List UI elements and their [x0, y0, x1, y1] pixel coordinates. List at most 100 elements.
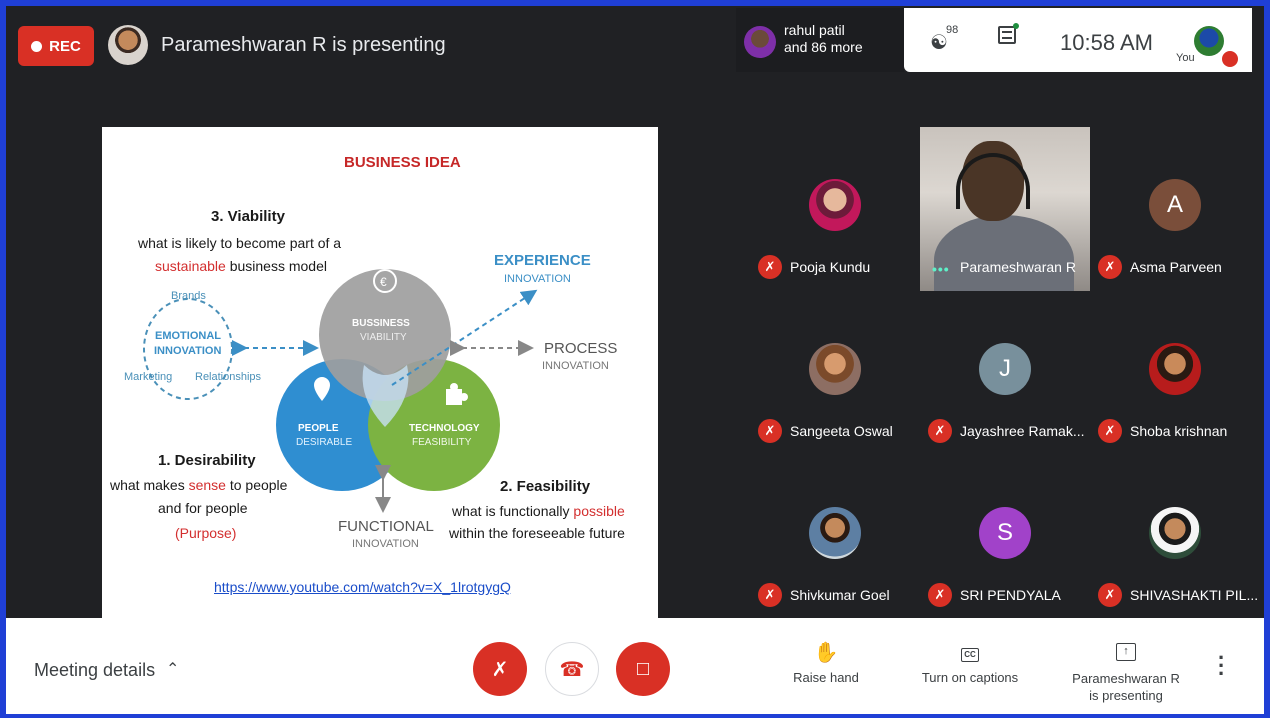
present-icon: ↑: [1116, 643, 1136, 661]
meeting-details-button[interactable]: Meeting details: [34, 660, 155, 681]
mic-off-icon: ✗: [758, 255, 782, 279]
youtube-link[interactable]: https://www.youtube.com/watch?v=X_1lrotg…: [214, 579, 511, 595]
raise-hand-button[interactable]: ✋ Raise hand: [786, 640, 866, 685]
fea-pre: what is functionally: [452, 503, 574, 519]
mic-toggle-button[interactable]: ✗: [473, 642, 527, 696]
mic-off-icon: ✗: [1098, 419, 1122, 443]
viability-line2: sustainable business model: [155, 258, 327, 274]
viability-highlight: sustainable: [155, 258, 226, 274]
desirability-line3: (Purpose): [175, 525, 237, 541]
relationships-label: Relationships: [195, 371, 262, 383]
avatar: [1149, 507, 1201, 559]
avatar: [1149, 343, 1201, 395]
emotional-sub: INNOVATION: [154, 345, 222, 357]
participant-grid: ✗ Pooja Kundu ••• Parameshwaran R A ✗ As…: [750, 127, 1258, 618]
participant-tile[interactable]: ✗ SHIVASHAKTI PIL...: [1090, 455, 1260, 619]
mic-off-icon: ✗: [758, 419, 782, 443]
present-icon-wrap: ↑: [1066, 640, 1186, 664]
feasibility-line1: what is functionally possible: [452, 503, 625, 519]
desirability-heading: 1. Desirability: [158, 452, 256, 469]
presenting-button[interactable]: ↑ Parameshwaran R is presenting: [1066, 640, 1186, 704]
presenting-line2: is presenting: [1089, 688, 1163, 703]
participant-name: Shoba krishnan: [1130, 423, 1228, 439]
presenter-banner: Parameshwaran R is presenting: [161, 34, 446, 56]
business-sub: VIABILITY: [360, 332, 407, 343]
raised-hand-notice[interactable]: rahul patil and 86 more: [736, 8, 904, 72]
avatar: A: [1149, 179, 1201, 231]
captions-button[interactable]: CC Turn on captions: [911, 640, 1029, 685]
participant-tile[interactable]: ✗ Shoba krishnan: [1090, 291, 1260, 455]
end-call-button[interactable]: ☎: [545, 642, 599, 696]
avatar: [809, 507, 861, 559]
recording-badge: REC: [18, 26, 94, 66]
video-body: [934, 215, 1074, 291]
participant-tile[interactable]: A ✗ Asma Parveen: [1090, 127, 1260, 291]
process-sub: INNOVATION: [542, 360, 609, 372]
participant-tile[interactable]: ✗ Sangeeta Oswal: [750, 291, 920, 455]
des-pre: what makes: [110, 477, 189, 493]
experience-sub: INNOVATION: [504, 273, 571, 285]
self-avatar[interactable]: [1194, 26, 1224, 56]
captions-icon-wrap: CC: [911, 640, 1029, 664]
participant-name: Shivkumar Goel: [790, 587, 890, 603]
feasibility-heading: 2. Feasibility: [500, 478, 591, 495]
avatar: S: [979, 507, 1031, 559]
slide-title: BUSINESS IDEA: [344, 154, 461, 171]
notice-text: rahul patil and 86 more: [784, 22, 863, 56]
mic-off-icon: ✗: [928, 419, 952, 443]
emotional-label: EMOTIONAL: [155, 330, 221, 342]
mic-off-icon: ✗: [1098, 583, 1122, 607]
people-label: PEOPLE: [298, 423, 339, 434]
chevron-up-icon[interactable]: ⌃: [166, 659, 179, 679]
recording-label: REC: [49, 37, 81, 55]
people-count: 98: [946, 24, 959, 36]
camera-toggle-button[interactable]: □: [616, 642, 670, 696]
marketing-label: Marketing: [124, 371, 173, 383]
technology-label: TECHNOLOGY: [409, 423, 480, 434]
mic-off-icon: ✗: [491, 658, 509, 681]
feasibility-line2: within the foreseeable future: [449, 525, 625, 541]
participant-name: Pooja Kundu: [790, 259, 871, 275]
participant-tile[interactable]: ✗ Shivkumar Goel: [750, 455, 920, 619]
captions-label: Turn on captions: [921, 670, 1019, 685]
participant-tile[interactable]: S ✗ SRI PENDYALA: [920, 455, 1090, 619]
more-vert-icon[interactable]: · · ·: [1218, 647, 1225, 685]
captions-icon: CC: [961, 648, 979, 662]
avatar: J: [979, 343, 1031, 395]
hand-icon: ✋: [813, 642, 839, 664]
experience-label: EXPERIENCE: [494, 252, 591, 269]
desirability-line2: and for people: [158, 500, 248, 516]
participant-tile[interactable]: J ✗ Jayashree Ramak...: [920, 291, 1090, 455]
fea-highlight: possible: [573, 503, 625, 519]
mic-off-icon: ✗: [758, 583, 782, 607]
raise-hand-label: Raise hand: [793, 670, 859, 685]
top-right-bar: rahul patil and 86 more ☯ 98 10:58 AM Yo…: [736, 8, 1252, 72]
process-label: PROCESS: [544, 340, 618, 357]
participant-name: SRI PENDYALA: [960, 587, 1061, 603]
notice-more: and 86 more: [784, 39, 863, 55]
participant-name: Parameshwaran R: [960, 259, 1076, 275]
control-bar: Meeting details ⌃ ✗ ☎ □ ✋ Raise hand CC …: [6, 618, 1264, 714]
mic-off-icon: ✗: [1098, 255, 1122, 279]
viability-line2-rest: business model: [225, 258, 327, 274]
participant-video-tile[interactable]: ••• Parameshwaran R: [920, 127, 1090, 291]
avatar: [809, 343, 861, 395]
speaking-indicator-icon: •••: [932, 261, 950, 277]
clock-time: 10:58 AM: [1060, 30, 1153, 55]
participant-name: Sangeeta Oswal: [790, 423, 893, 439]
meeting-info-bar: ☯ 98 10:58 AM You: [904, 8, 1252, 72]
mic-off-icon: ✗: [928, 583, 952, 607]
presenting-line1: Parameshwaran R: [1072, 671, 1180, 686]
notice-name: rahul patil: [784, 22, 845, 38]
shared-slide: € BUSINESS IDEA 3. Viability what is lik…: [102, 127, 658, 618]
participant-tile[interactable]: ✗ Pooja Kundu: [750, 127, 920, 291]
svg-text:€: €: [380, 275, 387, 289]
avatar: [809, 179, 861, 231]
brands-label: Brands: [171, 290, 206, 302]
des-post: to people: [225, 477, 288, 493]
end-call-icon: ☎: [559, 658, 585, 681]
functional-sub: INNOVATION: [352, 538, 419, 550]
functional-label: FUNCTIONAL: [338, 518, 434, 535]
puzzle-icon: [446, 389, 462, 405]
self-label: You: [1176, 52, 1195, 64]
